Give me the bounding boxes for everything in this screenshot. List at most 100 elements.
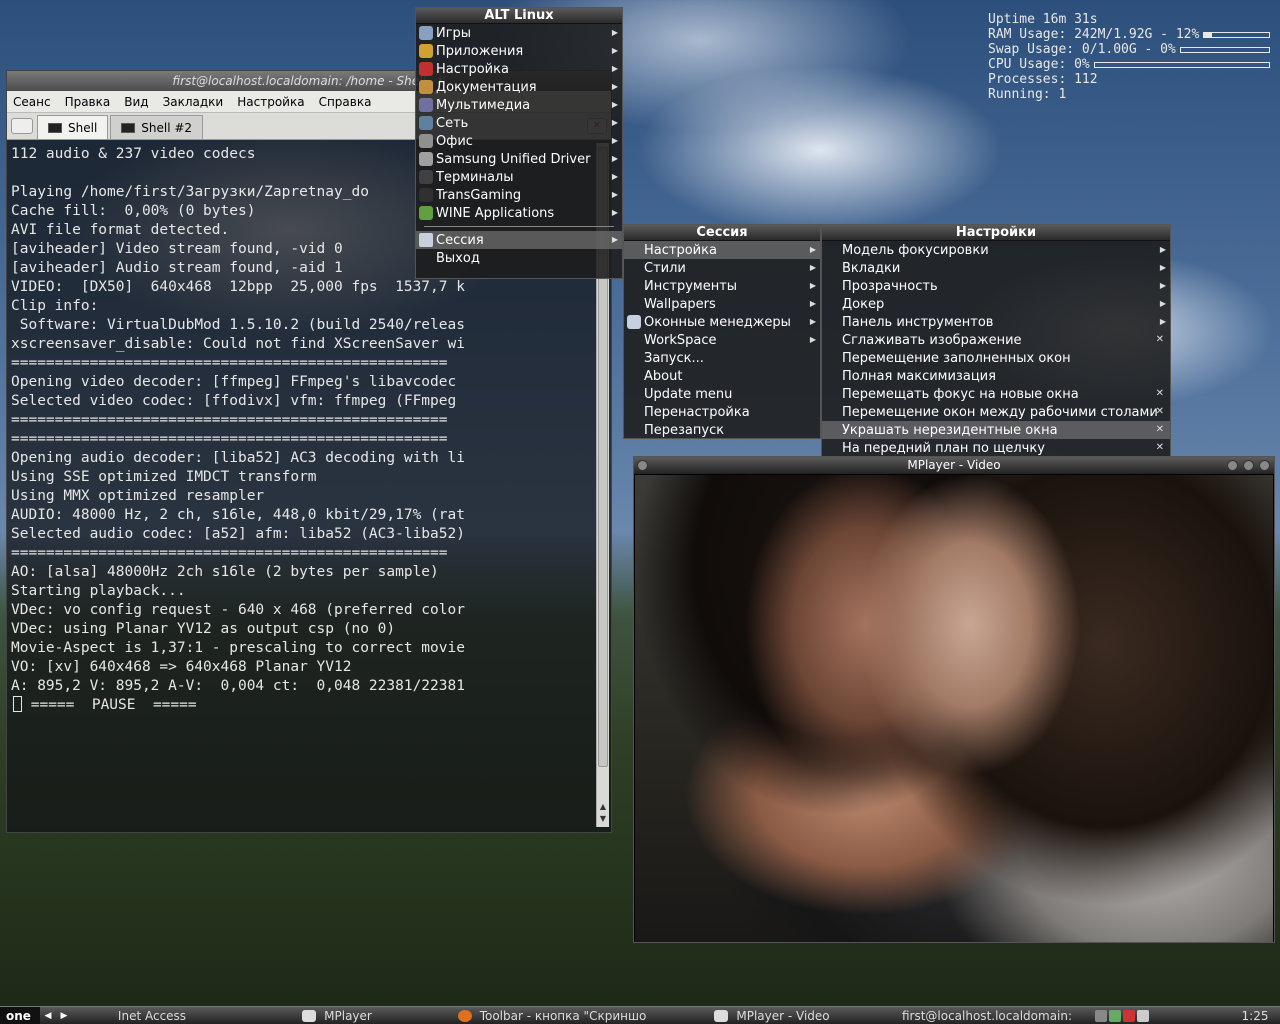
menu-item-printer[interactable]: Samsung Unified Driver ▶ — [416, 150, 622, 168]
session-menu-item[interactable]: Оконные менеджеры ▶ — [624, 313, 820, 331]
window-menu-icon[interactable] — [637, 460, 648, 471]
terminal-icon — [48, 122, 62, 133]
mplayer-icon — [302, 1009, 317, 1022]
settings-menu-item-label: Перемещение заполненных окон — [842, 350, 1071, 366]
task-mplayer-video[interactable]: MPlayer - Video — [662, 1007, 882, 1024]
clock: 1:25 — [1241, 1008, 1269, 1023]
firefox-icon — [457, 1009, 472, 1022]
running-readout: Running: 1 — [988, 87, 1067, 102]
close-icon[interactable] — [1259, 460, 1270, 471]
settings-menu-item[interactable]: Модель фокусировки ▶ — [822, 241, 1170, 259]
submenu-arrow-icon: ▶ — [611, 64, 618, 73]
text-cursor — [13, 696, 22, 712]
menu-help[interactable]: Справка — [319, 95, 372, 109]
menu-edit[interactable]: Правка — [65, 95, 111, 109]
menu-item-label: Samsung Unified Driver — [436, 151, 591, 167]
submenu-arrow-icon: ▶ — [611, 82, 618, 91]
workspace-name[interactable]: one — [0, 1006, 40, 1024]
submenu-arrow-icon: ▶ — [611, 118, 618, 127]
submenu-arrow-icon: ▶ — [809, 299, 816, 308]
settings-menu-item[interactable]: Перемещение заполненных окон — [822, 349, 1170, 367]
menu-bookmarks[interactable]: Закладки — [163, 95, 224, 109]
task-terminal[interactable]: first@localhost.localdomain: — [882, 1007, 1092, 1024]
settings-menu-item[interactable]: Сглаживать изображение ✕ — [822, 331, 1170, 349]
settings-menu-item[interactable]: Докер ▶ — [822, 295, 1170, 313]
tab-shell[interactable]: Shell — [37, 115, 109, 139]
menu-item-games[interactable]: Игры ▶ — [416, 24, 622, 42]
session-menu-item[interactable]: WorkSpace ▶ — [624, 331, 820, 349]
minimize-icon[interactable] — [1227, 460, 1238, 471]
session-menu-item[interactable]: Запуск... — [624, 349, 820, 367]
terminal-icon — [121, 122, 136, 133]
mplayer-title: MPlayer - Video — [907, 458, 1001, 472]
settings-menu-item[interactable]: Панель инструментов ▶ — [822, 313, 1170, 331]
menu-item-multimedia[interactable]: Мультимедиа ▶ — [416, 96, 622, 114]
menu-item-session-label: Сессия — [436, 232, 484, 248]
video-frame[interactable] — [635, 475, 1273, 942]
menu-item-terminal[interactable]: Терминалы ▶ — [416, 168, 622, 186]
task-inet-access-label: Inet Access — [117, 1008, 187, 1023]
session-menu-item-label: Инструменты — [644, 278, 738, 294]
menu-item-transgaming[interactable]: TransGaming ▶ — [416, 186, 622, 204]
menu-item-session[interactable]: Сессия ▶ — [416, 231, 622, 249]
scroll-down-icon[interactable]: ▼ — [597, 813, 609, 825]
session-menu-item[interactable]: Перезапуск — [624, 421, 820, 439]
submenu-arrow-icon: ▶ — [611, 136, 618, 145]
tab-shell-2[interactable]: Shell #2 — [110, 115, 204, 139]
menu-view[interactable]: Вид — [124, 95, 148, 109]
prev-workspace-icon[interactable]: ◀ — [40, 1008, 56, 1024]
menu-item-wine[interactable]: WINE Applications ▶ — [416, 204, 622, 222]
submenu-arrow-icon: ▶ — [1159, 299, 1166, 308]
submenu-arrow-icon: ▶ — [809, 335, 816, 344]
settings-menu-item[interactable]: Вкладки ▶ — [822, 259, 1170, 277]
session-menu-item[interactable]: Перенастройка — [624, 403, 820, 421]
mplayer-window[interactable]: MPlayer - Video — [633, 456, 1275, 943]
session-menu-item[interactable]: About — [624, 367, 820, 385]
menu-item-network[interactable]: Сеть ▶ — [416, 114, 622, 132]
session-menu-item-label: Настройка — [644, 242, 717, 258]
menu-item-documentation[interactable]: Документация ▶ — [416, 78, 622, 96]
terminal-line: ========================================… — [11, 412, 448, 428]
menu-item-office[interactable]: Офис ▶ — [416, 132, 622, 150]
menu-settings[interactable]: Настройка — [237, 95, 304, 109]
menu-item-exit[interactable]: Выход — [416, 249, 622, 267]
terminal-line: Movie-Aspect is 1,37:1 - prescaling to c… — [11, 640, 465, 656]
applications-icon — [419, 44, 433, 58]
settings-menu-item[interactable]: Перемещать фокус на новые окна ✕ — [822, 385, 1170, 403]
processes-readout: Processes: 112 — [988, 72, 1098, 87]
next-workspace-icon[interactable]: ▶ — [56, 1008, 72, 1024]
terminal-line: Clip info: — [11, 298, 99, 314]
menu-item-applications[interactable]: Приложения ▶ — [416, 42, 622, 60]
scroll-up-icon[interactable]: ▲ — [597, 801, 609, 813]
new-tab-button[interactable] — [11, 118, 33, 134]
menu-session[interactable]: Сеанс — [13, 95, 51, 109]
session-menu-item[interactable]: Wallpapers ▶ — [624, 295, 820, 313]
settings-menu-item[interactable]: Полная максимизация — [822, 367, 1170, 385]
session-menu-item[interactable]: Стили ▶ — [624, 259, 820, 277]
settings-menu-item[interactable]: Украшать нерезидентные окна ✕ — [822, 421, 1170, 439]
keyboard-layout-icon[interactable] — [1137, 1009, 1149, 1022]
maximize-icon[interactable] — [1243, 460, 1254, 471]
update-icon[interactable] — [1109, 1009, 1121, 1022]
settings-menu-item[interactable]: На передний план по щелчку ✕ — [822, 439, 1170, 457]
mplayer-titlebar[interactable]: MPlayer - Video — [634, 457, 1274, 474]
alert-icon[interactable] — [1123, 1009, 1135, 1022]
task-toolbar-firefox[interactable]: Toolbar - кнопка "Скриншо — [442, 1007, 662, 1024]
session-menu-item[interactable]: Настройка ▶ — [624, 241, 820, 259]
settings-menu-item[interactable]: Прозрачность ▶ — [822, 277, 1170, 295]
task-inet-access[interactable]: Inet Access — [72, 1007, 232, 1024]
swap-usage-row: Swap Usage: 0/1.00G - 0% — [988, 42, 1270, 57]
terminal-line: VIDEO: [DX50] 640x468 12bpp 25,000 fps 1… — [11, 279, 465, 295]
task-mplayer[interactable]: MPlayer — [232, 1007, 442, 1024]
session-menu-item[interactable]: Инструменты ▶ — [624, 277, 820, 295]
task-mplayer-label: MPlayer — [324, 1008, 372, 1023]
settings-menu-item[interactable]: Перемещение окон между рабочими столами ✕ — [822, 403, 1170, 421]
office-icon — [419, 134, 433, 148]
menu-item-settings[interactable]: Настройка ▶ — [416, 60, 622, 78]
folder-icon — [627, 315, 641, 329]
network-icon[interactable] — [1095, 1009, 1107, 1022]
session-menu-item[interactable]: Update menu — [624, 385, 820, 403]
settings-menu-item-label: На передний план по щелчку — [842, 440, 1045, 456]
taskbar: one ◀ ▶ Inet Access MPlayer Toolbar - кн… — [0, 1006, 1280, 1024]
terminal-line: xscreensaver_disable: Could not find XSc… — [11, 336, 465, 352]
